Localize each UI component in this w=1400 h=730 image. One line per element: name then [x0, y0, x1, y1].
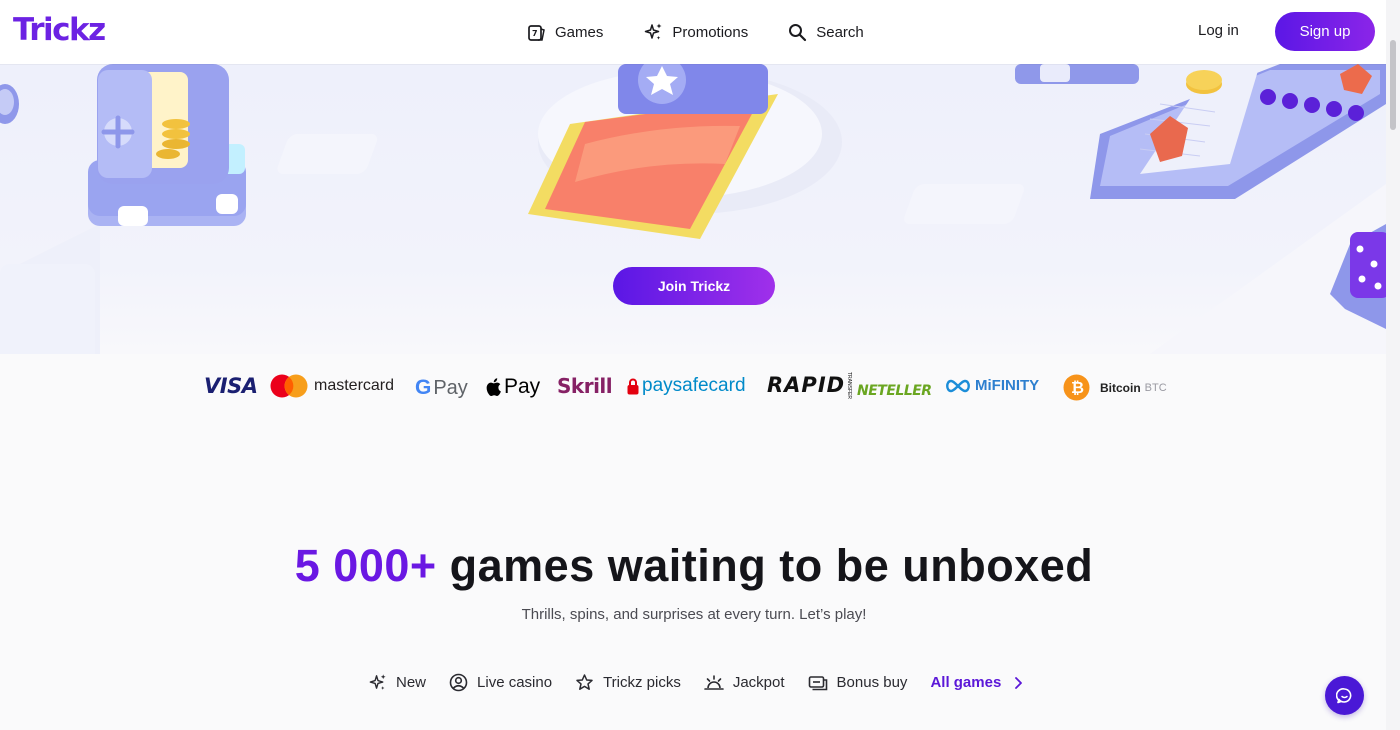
skrill-logo: Skrill — [557, 374, 613, 398]
category-jackpot-label: Jackpot — [732, 674, 785, 691]
neteller-logo: NETELLER — [857, 383, 932, 399]
sunrise-icon — [704, 675, 724, 690]
games-count: 5 000+ — [294, 540, 437, 591]
chat-icon — [1336, 688, 1352, 704]
games-headline: 5 000+ games waiting to be unboxed — [0, 540, 1388, 592]
nav-search-label: Search — [816, 23, 864, 41]
page-scrollbar[interactable] — [1386, 0, 1400, 730]
hero-illustration — [0, 64, 1386, 354]
hero-banner: Join Trickz — [0, 64, 1386, 354]
category-new[interactable]: New — [368, 673, 426, 692]
nav-promotions[interactable]: Promotions — [643, 18, 748, 46]
category-jackpot[interactable]: Jackpot — [704, 673, 785, 692]
category-live-casino[interactable]: Live casino — [449, 673, 552, 692]
cart-icon — [808, 675, 827, 690]
category-live-casino-label: Live casino — [477, 674, 553, 691]
lock-icon — [627, 378, 639, 394]
games-subtitle: Thrills, spins, and surprises at every t… — [521, 606, 867, 623]
nav-promotions-label: Promotions — [672, 23, 749, 41]
payment-methods: VISA mastercard G Pay Pay Skrill paysafe… — [0, 360, 1386, 412]
nav-search[interactable]: Search — [788, 18, 864, 46]
category-trickz-picks[interactable]: Trickz picks — [575, 673, 681, 692]
mastercard-icon — [270, 374, 308, 398]
visa-logo: VISA — [204, 374, 258, 398]
sparkle-icon — [369, 674, 386, 690]
category-new-label: New — [396, 674, 427, 691]
infinity-icon — [946, 379, 970, 392]
google-g-icon: G — [415, 376, 432, 399]
nav-games[interactable]: 7 Games — [527, 18, 603, 46]
category-bonus-buy-label: Bonus buy — [836, 674, 908, 691]
sparkle-icon — [645, 23, 662, 40]
paysafecard-logo: paysafecard — [627, 375, 746, 397]
scrollbar-thumb[interactable] — [1390, 40, 1396, 130]
user-circle-icon — [449, 673, 468, 692]
login-link[interactable]: Log in — [1198, 22, 1239, 39]
search-icon — [789, 23, 807, 41]
category-bonus-buy[interactable]: Bonus buy — [808, 674, 908, 692]
svg-text:7: 7 — [532, 29, 538, 38]
category-trickz-picks-label: Trickz picks — [603, 674, 681, 691]
chevron-right-icon — [1015, 676, 1023, 689]
game-categories: New Live casino Trickz picks Jackpot Bon… — [368, 673, 1023, 692]
signup-button[interactable]: Sign up — [1275, 12, 1375, 51]
join-button[interactable]: Join Trickz — [613, 267, 775, 305]
star-icon — [576, 674, 593, 690]
all-games-label: All games — [930, 674, 1002, 691]
google-pay-logo: G Pay — [415, 376, 468, 399]
bitcoin-icon: ₿ — [1063, 374, 1090, 401]
bitcoin-logo: ₿ Bitcoin BTC — [1063, 374, 1167, 401]
top-header: Trickz 7 Games Promotions Search Log in … — [0, 0, 1400, 64]
games-icon: 7 — [528, 24, 545, 41]
games-headline-text: games waiting to be unboxed — [436, 540, 1094, 591]
nav-games-label: Games — [555, 23, 604, 41]
main-nav: 7 Games Promotions Search — [527, 18, 864, 46]
trickz-logo[interactable]: Trickz — [13, 12, 106, 48]
apple-pay-logo: Pay — [486, 375, 540, 399]
apple-icon — [486, 378, 501, 396]
all-games-link[interactable]: All games — [930, 674, 1023, 691]
mastercard-logo: mastercard — [270, 374, 394, 398]
mifinity-logo: MiFINITY — [944, 377, 1039, 394]
rapid-transfer-logo: RAPID TRANSFER — [767, 372, 853, 399]
support-chat-button[interactable] — [1325, 676, 1364, 715]
svg-text:₿: ₿ — [1071, 378, 1084, 397]
